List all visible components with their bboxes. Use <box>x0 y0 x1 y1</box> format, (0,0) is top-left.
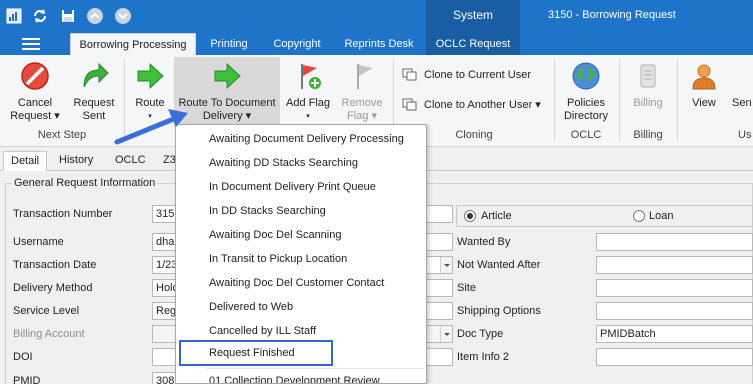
label-pmid: PMID <box>13 375 41 384</box>
field-edge[interactable] <box>424 279 453 297</box>
menu-item-dd-print-queue[interactable]: In Document Delivery Print Queue <box>176 175 426 199</box>
clone-icon <box>402 98 417 111</box>
group-label-oclc: OCLC <box>570 129 602 141</box>
cancel-icon <box>21 62 49 90</box>
flag-icon <box>357 64 373 89</box>
group-title: General Request Information <box>12 177 158 189</box>
site-field[interactable] <box>596 279 753 297</box>
flag-icon <box>301 64 321 89</box>
app-icon <box>6 8 22 24</box>
title-bar: System 3150 - Borrowing Request <box>0 0 753 33</box>
ribbon-separator <box>554 59 555 141</box>
tab-oclc-request[interactable]: OCLC Request <box>426 33 520 55</box>
tab-printing[interactable]: Printing <box>198 33 260 55</box>
ribbon-separator <box>677 59 678 141</box>
label-delivery-method: Delivery Method <box>13 282 93 294</box>
not-wanted-after-field[interactable] <box>596 256 753 274</box>
billing-button[interactable]: Billing <box>624 57 672 127</box>
radio-article-label: Article <box>481 210 512 222</box>
context-tab-system[interactable]: System <box>426 0 520 33</box>
label-site: Site <box>457 282 476 294</box>
green-arrow-icon <box>137 62 164 90</box>
green-arrow-icon <box>214 62 241 90</box>
chevron-down-icon[interactable] <box>440 257 452 273</box>
menu-item-delivered-to-web[interactable]: Delivered to Web <box>176 295 426 319</box>
shipping-options-field[interactable] <box>596 302 753 320</box>
menu-item-collection-development[interactable]: 01 Collection Development Review <box>176 369 426 383</box>
menu-icon[interactable] <box>22 38 40 50</box>
globe-icon <box>572 62 600 90</box>
label-item-info-2: Item Info 2 <box>457 351 509 363</box>
label-transaction-number: Transaction Number <box>13 208 113 220</box>
tab-reprints-desk[interactable]: Reprints Desk <box>334 33 424 55</box>
field-edge[interactable] <box>424 233 453 251</box>
tab-borrowing-processing[interactable]: Borrowing Processing <box>70 33 196 55</box>
request-sent-button[interactable]: Request Sent <box>68 57 120 127</box>
ribbon-separator <box>124 59 125 141</box>
save-icon[interactable] <box>59 7 77 25</box>
send-button[interactable]: Sen <box>728 57 753 127</box>
field-edge[interactable] <box>424 348 453 366</box>
label-doi: DOI <box>13 351 33 363</box>
refresh-icon[interactable] <box>31 7 49 25</box>
tab-z3[interactable]: Z3 <box>163 151 176 171</box>
group-label-next-step: Next Step <box>37 129 87 141</box>
cancel-request-button[interactable]: Cancel Request ▾ <box>4 57 66 127</box>
back-icon[interactable] <box>86 7 104 25</box>
menu-item-awaiting-dd-processing[interactable]: Awaiting Document Delivery Processing <box>176 127 426 151</box>
field-edge[interactable] <box>424 205 453 223</box>
menu-item-customer-contact[interactable]: Awaiting Doc Del Customer Contact <box>176 271 426 295</box>
scroll-icon <box>640 64 656 88</box>
person-icon <box>692 64 716 90</box>
menu-item-request-finished[interactable]: Request Finished <box>179 340 333 366</box>
policies-directory-button[interactable]: Policies Directory <box>558 57 614 127</box>
item-info-2-field[interactable] <box>596 348 753 366</box>
ribbon-tab-row: Borrowing Processing Printing Copyright … <box>0 33 753 55</box>
add-flag-button[interactable]: Add Flag ▾ <box>284 57 332 127</box>
forward-icon[interactable] <box>114 7 132 25</box>
route-to-document-delivery-button[interactable]: Route To Document Delivery ▾ <box>174 57 280 127</box>
wanted-by-field[interactable] <box>596 233 753 251</box>
label-service-level: Service Level <box>13 305 80 317</box>
tab-oclc[interactable]: OCLC <box>115 151 146 171</box>
label-doc-type: Doc Type <box>457 328 504 340</box>
billing-combo <box>424 325 453 343</box>
tab-history[interactable]: History <box>59 151 93 171</box>
field-edge[interactable] <box>424 302 453 320</box>
label-billing-account: Billing Account <box>13 328 85 340</box>
window-title: 3150 - Borrowing Request <box>548 9 676 21</box>
clone-to-another-user-button[interactable]: Clone to Another User ▾ <box>402 96 552 114</box>
menu-item-in-transit[interactable]: In Transit to Pickup Location <box>176 247 426 271</box>
chevron-down-icon <box>440 326 452 342</box>
radio-loan-label: Loan <box>649 210 674 222</box>
clone-icon <box>402 68 417 81</box>
doc-type-field[interactable]: PMIDBatch <box>596 325 753 343</box>
label-username: Username <box>13 236 64 248</box>
label-transaction-date: Transaction Date <box>13 259 97 271</box>
label-shipping-options: Shipping Options <box>457 305 541 317</box>
group-label-partial: Us <box>738 129 752 141</box>
radio-article[interactable] <box>464 210 476 222</box>
label-wanted-by: Wanted By <box>457 236 511 248</box>
clone-to-current-user-button[interactable]: Clone to Current User <box>402 66 552 84</box>
menu-item-in-dd-stacks[interactable]: In DD Stacks Searching <box>176 199 426 223</box>
redo-arrow-icon <box>83 62 109 88</box>
radio-loan[interactable] <box>633 210 645 222</box>
group-label-billing: Billing <box>633 129 663 141</box>
ribbon-separator <box>619 59 620 141</box>
tab-detail[interactable]: Detail <box>3 151 48 171</box>
date-combo[interactable] <box>424 256 453 274</box>
menu-item-awaiting-dd-stacks[interactable]: Awaiting DD Stacks Searching <box>176 151 426 175</box>
route-dropdown-menu: Awaiting Document Delivery Processing Aw… <box>175 124 427 384</box>
label-not-wanted-after: Not Wanted After <box>457 259 541 271</box>
route-button[interactable]: Route ▾ <box>128 57 172 127</box>
tab-copyright[interactable]: Copyright <box>262 33 332 55</box>
view-button[interactable]: View <box>684 57 724 127</box>
menu-item-awaiting-scanning[interactable]: Awaiting Doc Del Scanning <box>176 223 426 247</box>
remove-flag-button[interactable]: Remove Flag ▾ <box>336 57 388 127</box>
